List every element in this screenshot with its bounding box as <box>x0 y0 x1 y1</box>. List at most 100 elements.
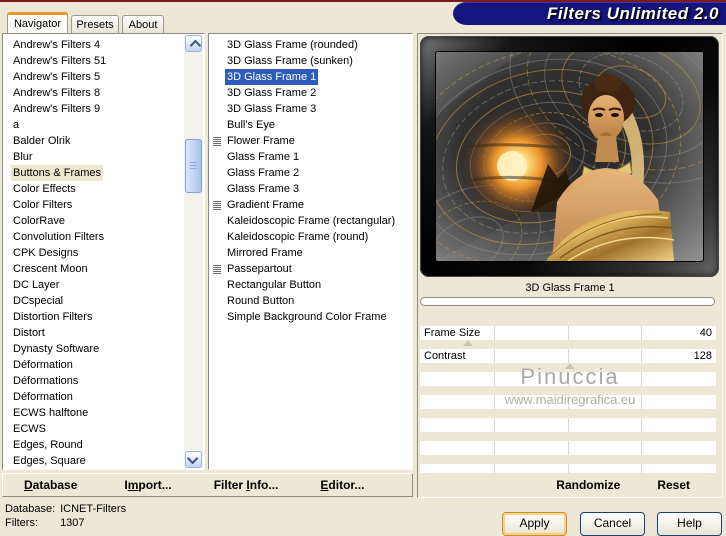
preset-icon <box>213 137 221 146</box>
status-filters-label: Filters: <box>5 517 38 529</box>
filter-info-label-post: nfo... <box>249 478 279 492</box>
import-label-post: port... <box>138 478 172 492</box>
category-item[interactable]: Edges, Round <box>4 437 183 453</box>
category-item[interactable]: ECWS <box>4 421 183 437</box>
filter-item[interactable]: 3D Glass Frame (sunken) <box>210 53 411 69</box>
slider-value: 40 <box>699 327 712 339</box>
category-item[interactable]: Edges, Square <box>4 453 183 469</box>
scroll-down-button[interactable] <box>185 451 202 468</box>
category-item[interactable]: ECWS halftone <box>4 405 183 421</box>
preset-icon <box>213 201 221 210</box>
filter-item[interactable]: Glass Frame 3 <box>210 181 411 197</box>
category-item[interactable]: Andrew's Filters 4 <box>4 37 183 53</box>
database-button[interactable]: Database <box>24 478 77 492</box>
category-item[interactable]: Buttons & Frames <box>4 165 183 181</box>
database-label-post: atabase <box>32 478 78 492</box>
status-database-value: ICNET-Filters <box>60 503 127 515</box>
category-list-panel: Andrew's Filters 4 Andrew's Filters 51 And… <box>2 33 205 470</box>
database-label-u: D <box>24 478 33 492</box>
filter-item[interactable]: 3D Glass Frame (rounded) <box>210 37 411 53</box>
category-item[interactable]: Andrew's Filters 51 <box>4 53 183 69</box>
category-item[interactable]: Distort <box>4 325 183 341</box>
help-button[interactable]: Help <box>657 512 722 536</box>
panel-actions: Randomize Reset <box>419 473 721 496</box>
preview-image <box>391 0 726 310</box>
filter-info-button[interactable]: Filter Info... <box>214 478 279 492</box>
category-item[interactable]: Andrew's Filters 8 <box>4 85 183 101</box>
category-item[interactable]: Déformation <box>4 357 183 373</box>
category-item[interactable]: Andrew's Filters 9 <box>4 101 183 117</box>
category-item[interactable]: Convolution Filters <box>4 229 183 245</box>
filter-item[interactable]: Glass Frame 1 <box>210 149 411 165</box>
category-item[interactable]: Dynasty Software <box>4 341 183 357</box>
category-item[interactable]: DC Layer <box>4 277 183 293</box>
filter-item[interactable]: Simple Background Color Frame <box>210 309 411 325</box>
status-database: Database: ICNET-Filters <box>5 503 126 515</box>
category-item[interactable]: Déformations <box>4 373 183 389</box>
category-item[interactable]: ColorRave <box>4 213 183 229</box>
filter-item[interactable]: Rectangular Button <box>210 277 411 293</box>
preset-icon <box>213 265 221 274</box>
filter-item[interactable]: Glass Frame 2 <box>210 165 411 181</box>
category-item[interactable]: Déformation <box>4 389 183 405</box>
slider-row[interactable]: Frame Size 40 <box>420 326 720 349</box>
category-item[interactable]: Crescent Moon <box>4 261 183 277</box>
tab-presets[interactable]: Presets <box>71 15 119 33</box>
filter-item[interactable]: Mirrored Frame <box>210 245 411 261</box>
category-item[interactable]: Balder Olrik <box>4 133 183 149</box>
editor-label-post: ditor... <box>328 478 365 492</box>
filter-item[interactable]: Round Button <box>210 293 411 309</box>
filter-list: 3D Glass Frame (rounded) 3D Glass Frame (… <box>210 37 411 325</box>
slider-area: Frame Size 40 Contrast 128 <box>420 326 720 487</box>
slider-row-empty <box>420 441 720 464</box>
status-filters: Filters: 1307 <box>5 517 85 529</box>
category-item[interactable]: Distortion Filters <box>4 309 183 325</box>
filter-item[interactable]: 3D Glass Frame 1 <box>210 69 411 85</box>
tab-navigator[interactable]: Navigator <box>7 12 68 33</box>
filter-item[interactable]: Passepartout <box>210 261 411 277</box>
import-button[interactable]: Import... <box>124 478 171 492</box>
category-scrollbar[interactable] <box>184 35 203 468</box>
filter-item[interactable]: Flower Frame <box>210 133 411 149</box>
slider-thumb[interactable] <box>565 363 575 369</box>
preview-frame <box>391 0 726 310</box>
category-item[interactable]: a <box>4 117 183 133</box>
tab-presets-label: Presets <box>76 18 114 31</box>
progress-bar <box>420 297 715 306</box>
preview-caption: 3D Glass Frame 1 <box>525 282 615 294</box>
scroll-up-button[interactable] <box>185 35 202 52</box>
filter-item[interactable]: 3D Glass Frame 3 <box>210 101 411 117</box>
status-filters-value: 1307 <box>60 517 85 529</box>
preview-panel: 3D Glass Frame 1 Frame Size 40 Contrast 128… <box>391 0 726 498</box>
tab-about[interactable]: About <box>122 15 164 33</box>
filter-list-panel: 3D Glass Frame (rounded) 3D Glass Frame (… <box>208 33 413 470</box>
category-list: Andrew's Filters 4 Andrew's Filters 51 And… <box>4 37 183 469</box>
randomize-button[interactable]: Randomize <box>556 478 620 492</box>
filter-item[interactable]: 3D Glass Frame 2 <box>210 85 411 101</box>
category-item[interactable]: Color Filters <box>4 197 183 213</box>
status-database-label: Database: <box>5 503 56 515</box>
category-item[interactable]: Andrew's Filters 5 <box>4 69 183 85</box>
slider-thumb[interactable] <box>463 340 473 346</box>
filter-item[interactable]: Kaleidoscopic Frame (rectangular) <box>210 213 411 229</box>
tab-about-label: About <box>128 18 158 31</box>
filter-info-label-pre: Filter <box>213 478 247 492</box>
category-item[interactable]: Color Effects <box>4 181 183 197</box>
category-item[interactable]: Blur <box>4 149 183 165</box>
chevron-down-icon <box>186 452 198 464</box>
apply-button[interactable]: Apply <box>502 512 567 536</box>
cancel-button[interactable]: Cancel <box>580 512 645 536</box>
filter-item[interactable]: Kaleidoscopic Frame (round) <box>210 229 411 245</box>
scrollbar-thumb[interactable] <box>185 139 202 193</box>
import-label-u: m <box>127 478 139 492</box>
slider-label: Contrast <box>424 350 466 362</box>
editor-button[interactable]: Editor... <box>320 478 364 492</box>
filter-item[interactable]: Bull's Eye <box>210 117 411 133</box>
filter-item[interactable]: Gradient Frame <box>210 197 411 213</box>
category-item[interactable]: DCspecial <box>4 293 183 309</box>
reset-button[interactable]: Reset <box>657 478 690 492</box>
app-title: Filters Unlimited 2.0 <box>546 3 719 23</box>
slider-row[interactable]: Contrast 128 <box>420 349 720 372</box>
slider-label: Frame Size <box>424 327 481 339</box>
category-item[interactable]: CPK Designs <box>4 245 183 261</box>
